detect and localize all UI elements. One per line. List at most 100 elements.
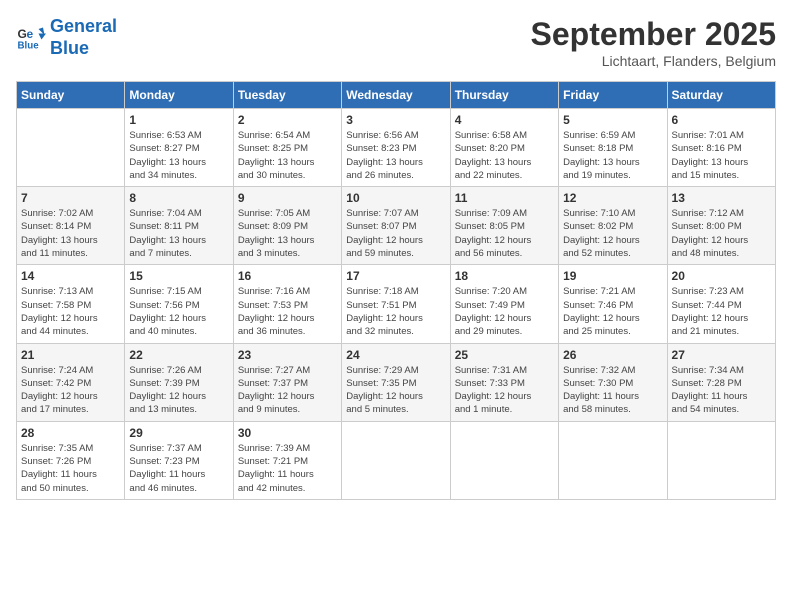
day-cell: 9 Sunrise: 7:05 AM Sunset: 8:09 PM Daylig… (233, 187, 341, 265)
day-info: Sunrise: 7:20 AM Sunset: 7:49 PM Dayligh… (455, 285, 554, 338)
day-number: 24 (346, 348, 445, 362)
day-number: 1 (129, 113, 228, 127)
day-info: Sunrise: 7:21 AM Sunset: 7:46 PM Dayligh… (563, 285, 662, 338)
logo-line2: Blue (50, 38, 89, 58)
day-cell: 5 Sunrise: 6:59 AM Sunset: 8:18 PM Daylig… (559, 109, 667, 187)
day-info: Sunrise: 7:16 AM Sunset: 7:53 PM Dayligh… (238, 285, 337, 338)
day-info: Sunrise: 7:09 AM Sunset: 8:05 PM Dayligh… (455, 207, 554, 260)
day-info: Sunrise: 7:31 AM Sunset: 7:33 PM Dayligh… (455, 364, 554, 417)
day-info: Sunrise: 7:04 AM Sunset: 8:11 PM Dayligh… (129, 207, 228, 260)
day-info: Sunrise: 6:59 AM Sunset: 8:18 PM Dayligh… (563, 129, 662, 182)
day-number: 25 (455, 348, 554, 362)
day-info: Sunrise: 6:54 AM Sunset: 8:25 PM Dayligh… (238, 129, 337, 182)
week-row-2: 7 Sunrise: 7:02 AM Sunset: 8:14 PM Daylig… (17, 187, 776, 265)
day-cell: 13Sunrise: 7:12 AM Sunset: 8:00 PM Dayli… (667, 187, 775, 265)
day-number: 7 (21, 191, 120, 205)
day-number: 16 (238, 269, 337, 283)
logo-icon: G e Blue (16, 23, 46, 53)
day-number: 26 (563, 348, 662, 362)
day-number: 15 (129, 269, 228, 283)
day-cell: 14Sunrise: 7:13 AM Sunset: 7:58 PM Dayli… (17, 265, 125, 343)
day-number: 8 (129, 191, 228, 205)
day-number: 20 (672, 269, 771, 283)
day-number: 29 (129, 426, 228, 440)
day-info: Sunrise: 7:27 AM Sunset: 7:37 PM Dayligh… (238, 364, 337, 417)
calendar-title: September 2025 (531, 16, 776, 53)
day-info: Sunrise: 7:37 AM Sunset: 7:23 PM Dayligh… (129, 442, 228, 495)
day-cell: 2Sunrise: 6:54 AM Sunset: 8:25 PM Daylig… (233, 109, 341, 187)
day-info: Sunrise: 7:26 AM Sunset: 7:39 PM Dayligh… (129, 364, 228, 417)
day-number: 6 (672, 113, 771, 127)
day-info: Sunrise: 7:07 AM Sunset: 8:07 PM Dayligh… (346, 207, 445, 260)
day-cell (559, 421, 667, 499)
weekday-header-tuesday: Tuesday (233, 82, 341, 109)
day-cell: 28 Sunrise: 7:35 AM Sunset: 7:26 PM Dayli… (17, 421, 125, 499)
calendar-subtitle: Lichtaart, Flanders, Belgium (531, 53, 776, 69)
logo-line1: General (50, 16, 117, 36)
day-cell: 15 Sunrise: 7:15 AM Sunset: 7:56 PM Dayli… (125, 265, 233, 343)
weekday-header-row: SundayMondayTuesdayWednesdayThursdayFrid… (17, 82, 776, 109)
day-cell: 7 Sunrise: 7:02 AM Sunset: 8:14 PM Daylig… (17, 187, 125, 265)
day-cell: 25 Sunrise: 7:31 AM Sunset: 7:33 PM Dayli… (450, 343, 558, 421)
day-info: Sunrise: 7:02 AM Sunset: 8:14 PM Dayligh… (21, 207, 120, 260)
day-number: 27 (672, 348, 771, 362)
week-row-5: 28 Sunrise: 7:35 AM Sunset: 7:26 PM Dayli… (17, 421, 776, 499)
day-number: 17 (346, 269, 445, 283)
day-info: Sunrise: 7:23 AM Sunset: 7:44 PM Dayligh… (672, 285, 771, 338)
day-number: 23 (238, 348, 337, 362)
svg-text:G: G (18, 27, 27, 41)
day-info: Sunrise: 7:24 AM Sunset: 7:42 PM Dayligh… (21, 364, 120, 417)
day-cell: 27 Sunrise: 7:34 AM Sunset: 7:28 PM Dayli… (667, 343, 775, 421)
day-cell: 24 Sunrise: 7:29 AM Sunset: 7:35 PM Dayli… (342, 343, 450, 421)
week-row-1: 1 Sunrise: 6:53 AM Sunset: 8:27 PM Daylig… (17, 109, 776, 187)
day-cell: 23 Sunrise: 7:27 AM Sunset: 7:37 PM Dayli… (233, 343, 341, 421)
day-cell: 17Sunrise: 7:18 AM Sunset: 7:51 PM Dayli… (342, 265, 450, 343)
weekday-header-monday: Monday (125, 82, 233, 109)
svg-text:e: e (27, 27, 34, 41)
day-info: Sunrise: 6:56 AM Sunset: 8:23 PM Dayligh… (346, 129, 445, 182)
day-info: Sunrise: 7:15 AM Sunset: 7:56 PM Dayligh… (129, 285, 228, 338)
day-info: Sunrise: 6:58 AM Sunset: 8:20 PM Dayligh… (455, 129, 554, 182)
weekday-header-wednesday: Wednesday (342, 82, 450, 109)
day-cell: 16 Sunrise: 7:16 AM Sunset: 7:53 PM Dayli… (233, 265, 341, 343)
day-info: Sunrise: 7:12 AM Sunset: 8:00 PM Dayligh… (672, 207, 771, 260)
day-number: 28 (21, 426, 120, 440)
day-number: 21 (21, 348, 120, 362)
weekday-header-thursday: Thursday (450, 82, 558, 109)
day-cell (17, 109, 125, 187)
day-info: Sunrise: 7:32 AM Sunset: 7:30 PM Dayligh… (563, 364, 662, 417)
day-info: Sunrise: 7:35 AM Sunset: 7:26 PM Dayligh… (21, 442, 120, 495)
weekday-header-friday: Friday (559, 82, 667, 109)
day-info: Sunrise: 7:29 AM Sunset: 7:35 PM Dayligh… (346, 364, 445, 417)
day-cell: 10Sunrise: 7:07 AM Sunset: 8:07 PM Dayli… (342, 187, 450, 265)
logo-text: General Blue (50, 16, 117, 59)
day-cell: 1 Sunrise: 6:53 AM Sunset: 8:27 PM Daylig… (125, 109, 233, 187)
day-cell: 26 Sunrise: 7:32 AM Sunset: 7:30 PM Dayli… (559, 343, 667, 421)
weekday-header-sunday: Sunday (17, 82, 125, 109)
day-number: 3 (346, 113, 445, 127)
logo: G e Blue General Blue (16, 16, 117, 59)
day-cell: 18Sunrise: 7:20 AM Sunset: 7:49 PM Dayli… (450, 265, 558, 343)
day-info: Sunrise: 7:01 AM Sunset: 8:16 PM Dayligh… (672, 129, 771, 182)
day-cell: 4Sunrise: 6:58 AM Sunset: 8:20 PM Daylig… (450, 109, 558, 187)
day-info: Sunrise: 6:53 AM Sunset: 8:27 PM Dayligh… (129, 129, 228, 182)
day-cell: 30Sunrise: 7:39 AM Sunset: 7:21 PM Dayli… (233, 421, 341, 499)
day-cell: 29 Sunrise: 7:37 AM Sunset: 7:23 PM Dayli… (125, 421, 233, 499)
day-cell: 8 Sunrise: 7:04 AM Sunset: 8:11 PM Daylig… (125, 187, 233, 265)
day-number: 19 (563, 269, 662, 283)
svg-text:Blue: Blue (18, 40, 40, 51)
day-number: 9 (238, 191, 337, 205)
weekday-header-saturday: Saturday (667, 82, 775, 109)
day-info: Sunrise: 7:34 AM Sunset: 7:28 PM Dayligh… (672, 364, 771, 417)
day-cell: 20 Sunrise: 7:23 AM Sunset: 7:44 PM Dayli… (667, 265, 775, 343)
header: G e Blue General Blue September 2025 Lic… (16, 16, 776, 69)
week-row-3: 14Sunrise: 7:13 AM Sunset: 7:58 PM Dayli… (17, 265, 776, 343)
day-info: Sunrise: 7:05 AM Sunset: 8:09 PM Dayligh… (238, 207, 337, 260)
day-number: 5 (563, 113, 662, 127)
day-info: Sunrise: 7:13 AM Sunset: 7:58 PM Dayligh… (21, 285, 120, 338)
day-info: Sunrise: 7:39 AM Sunset: 7:21 PM Dayligh… (238, 442, 337, 495)
title-area: September 2025 Lichtaart, Flanders, Belg… (531, 16, 776, 69)
day-number: 22 (129, 348, 228, 362)
day-cell: 6 Sunrise: 7:01 AM Sunset: 8:16 PM Daylig… (667, 109, 775, 187)
day-cell: 12Sunrise: 7:10 AM Sunset: 8:02 PM Dayli… (559, 187, 667, 265)
